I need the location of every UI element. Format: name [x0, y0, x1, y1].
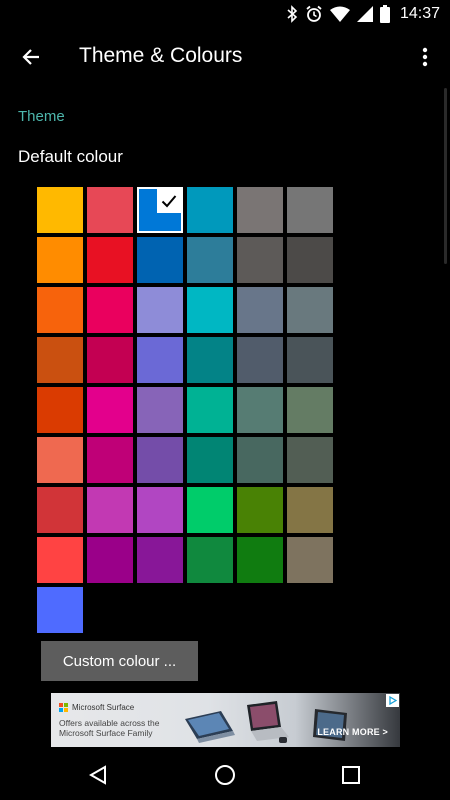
color-swatch[interactable]	[37, 287, 83, 333]
color-swatch[interactable]	[187, 187, 233, 233]
color-swatch[interactable]	[87, 287, 133, 333]
color-swatch[interactable]	[237, 237, 283, 283]
color-swatch[interactable]	[37, 487, 83, 533]
color-swatch[interactable]	[137, 237, 183, 283]
color-swatch[interactable]	[187, 387, 233, 433]
color-swatch[interactable]	[37, 337, 83, 383]
nav-home-button[interactable]	[212, 762, 238, 788]
color-swatch[interactable]	[237, 487, 283, 533]
nav-recents-icon	[342, 766, 360, 784]
color-swatch[interactable]	[237, 537, 283, 583]
status-bar: 14:37	[0, 0, 450, 28]
color-swatch[interactable]	[187, 437, 233, 483]
color-swatch[interactable]	[287, 387, 333, 433]
color-swatch[interactable]	[237, 187, 283, 233]
color-swatch[interactable]	[287, 237, 333, 283]
color-swatch[interactable]	[87, 387, 133, 433]
color-swatch[interactable]	[87, 437, 133, 483]
color-swatch[interactable]	[187, 487, 233, 533]
surface-devices-image	[185, 701, 347, 743]
ad-logo: Microsoft Surface	[59, 703, 134, 712]
ad-banner[interactable]: Microsoft Surface Offers available acros…	[51, 693, 400, 747]
color-swatch[interactable]	[237, 337, 283, 383]
color-swatch[interactable]	[37, 437, 83, 483]
nav-home-icon	[215, 765, 235, 785]
more-vert-icon	[422, 47, 428, 67]
battery-icon	[379, 5, 390, 23]
color-swatch[interactable]	[87, 337, 133, 383]
alarm-icon	[306, 5, 322, 22]
color-swatch[interactable]	[87, 187, 133, 233]
color-swatch[interactable]	[137, 537, 183, 583]
color-swatch[interactable]	[137, 337, 183, 383]
scroll-indicator	[444, 88, 447, 264]
color-swatch[interactable]	[287, 337, 333, 383]
color-swatch[interactable]	[87, 537, 133, 583]
nav-back-icon	[88, 765, 106, 785]
color-swatch[interactable]	[37, 587, 83, 633]
check-icon	[157, 189, 181, 213]
status-icons: 14:37	[286, 4, 440, 24]
color-swatch[interactable]	[87, 237, 133, 283]
color-swatch[interactable]	[187, 237, 233, 283]
color-swatch[interactable]	[287, 437, 333, 483]
arrow-back-icon	[22, 49, 39, 65]
ad-learn-more-link[interactable]: LEARN MORE >	[317, 727, 388, 737]
wifi-icon	[329, 6, 350, 22]
app-bar: Theme & Colours	[0, 28, 450, 86]
color-swatch[interactable]	[187, 337, 233, 383]
color-swatch[interactable]	[237, 287, 283, 333]
nav-recents-button[interactable]	[338, 762, 364, 788]
color-swatch[interactable]	[37, 237, 83, 283]
bluetooth-icon	[287, 5, 298, 23]
color-swatch[interactable]	[137, 437, 183, 483]
color-swatch[interactable]	[137, 187, 183, 233]
color-swatch[interactable]	[187, 537, 233, 583]
color-swatch[interactable]	[237, 387, 283, 433]
nav-back-button[interactable]	[85, 762, 111, 788]
status-time: 14:37	[399, 5, 440, 22]
custom-colour-button[interactable]: Custom colour ...	[41, 641, 198, 681]
section-header: Theme	[18, 108, 65, 125]
ad-brand: Microsoft Surface	[72, 703, 135, 712]
color-swatch[interactable]	[37, 537, 83, 583]
preference-title: Default colour	[18, 147, 123, 166]
ad-text: Offers available across the Microsoft Su…	[59, 718, 160, 738]
navigation-bar	[0, 750, 450, 800]
microsoft-logo-icon	[59, 703, 68, 712]
page-title: Theme & Colours	[79, 44, 243, 67]
color-swatch[interactable]	[137, 487, 183, 533]
signal-icon	[356, 6, 373, 22]
color-swatch[interactable]	[187, 287, 233, 333]
ad-choices-icon[interactable]	[386, 694, 399, 707]
color-swatch[interactable]	[137, 387, 183, 433]
color-swatch[interactable]	[87, 487, 133, 533]
color-swatch[interactable]	[287, 537, 333, 583]
color-swatch[interactable]	[287, 187, 333, 233]
color-swatch[interactable]	[237, 437, 283, 483]
back-button[interactable]	[14, 40, 48, 74]
overflow-menu-button[interactable]	[412, 40, 438, 74]
color-swatch[interactable]	[287, 287, 333, 333]
color-swatch[interactable]	[137, 287, 183, 333]
color-swatch[interactable]	[287, 487, 333, 533]
color-swatch[interactable]	[37, 187, 83, 233]
color-swatch[interactable]	[37, 387, 83, 433]
